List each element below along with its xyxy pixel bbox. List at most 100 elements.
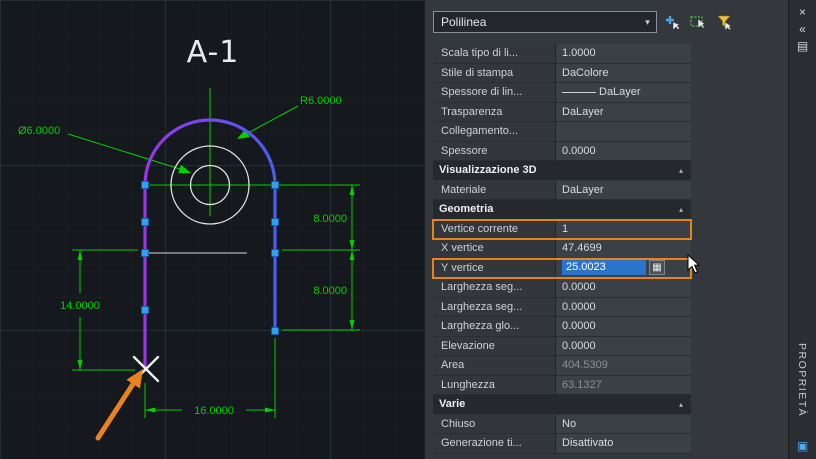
- property-value[interactable]: 0.0000: [555, 278, 691, 298]
- toggle-pickadd-button[interactable]: [661, 11, 683, 33]
- property-value[interactable]: DaLayer: [555, 102, 691, 122]
- property-value[interactable]: 1: [555, 219, 691, 239]
- property-grid: Scala tipo di li... 1.0000 Stile di stampa…: [432, 44, 692, 454]
- property-value-text: 1.0000: [562, 47, 596, 60]
- dimension-bottom-label: 16.0000: [194, 405, 234, 417]
- property-row[interactable]: Vertice corrente 1: [432, 218, 692, 240]
- property-row[interactable]: Larghezza glo... 0.0000: [433, 317, 691, 337]
- property-row[interactable]: Generazione ti... Disattivato: [433, 434, 691, 454]
- property-label: X vertice: [433, 239, 555, 259]
- property-value-text: 0.0000: [562, 300, 596, 313]
- property-value-text: 47.4699: [562, 242, 602, 255]
- property-label: Spessore di lin...: [433, 83, 555, 103]
- palette-anchor-icon[interactable]: ▣: [789, 439, 816, 453]
- property-label: Chiuso: [433, 414, 555, 434]
- property-label: Larghezza seg...: [433, 278, 555, 298]
- chevron-up-icon[interactable]: ▴: [679, 400, 683, 409]
- select-objects-icon: [690, 16, 706, 29]
- quick-select-button[interactable]: [713, 11, 735, 33]
- property-value[interactable]: DaLayer: [555, 180, 691, 200]
- property-value[interactable]: 1.0000: [555, 44, 691, 64]
- property-row[interactable]: Materiale DaLayer: [433, 180, 691, 200]
- property-row[interactable]: Chiuso No: [433, 414, 691, 434]
- property-value[interactable]: 0.0000: [555, 336, 691, 356]
- object-type-value: Polilinea: [441, 15, 487, 29]
- property-label: Materiale: [433, 180, 555, 200]
- property-label: Collegamento...: [433, 122, 555, 142]
- palette-title: PROPRIETÀ: [796, 342, 808, 417]
- chevron-up-icon[interactable]: ▴: [679, 205, 683, 214]
- property-value[interactable]: 47.4699: [555, 239, 691, 259]
- section-title: Visualizzazione 3D: [439, 164, 537, 177]
- autohide-icon[interactable]: «: [789, 21, 816, 38]
- property-row[interactable]: Scala tipo di li... 1.0000: [433, 44, 691, 64]
- property-value[interactable]: Disattivato: [555, 434, 691, 454]
- property-value[interactable]: 404.5309: [555, 356, 691, 376]
- calculator-button[interactable]: ▦: [649, 260, 665, 276]
- section-title: Varie: [439, 398, 466, 411]
- property-row[interactable]: Trasparenza DaLayer: [433, 102, 691, 122]
- property-value-text: 63.1327: [562, 378, 602, 391]
- palette-menu-icon[interactable]: ▤: [789, 38, 816, 55]
- dimension-diameter-label: Ø6.0000: [18, 125, 60, 137]
- property-label: Area: [433, 356, 555, 376]
- property-value[interactable]: DaColore: [555, 63, 691, 83]
- property-value[interactable]: [555, 122, 691, 142]
- property-row[interactable]: X vertice 47.4699: [433, 239, 691, 259]
- property-value[interactable]: 0.0000: [555, 297, 691, 317]
- property-row[interactable]: Larghezza seg... 0.0000: [433, 278, 691, 298]
- property-value-text: DaLayer: [562, 183, 604, 196]
- dimension-right-top-label: 8.0000: [313, 213, 347, 225]
- pickadd-icon: [666, 16, 681, 31]
- property-value[interactable]: 63.1327: [555, 375, 691, 395]
- property-row[interactable]: Elevazione 0.0000: [433, 336, 691, 356]
- property-label: Y vertice: [433, 258, 555, 278]
- property-label: Vertice corrente: [433, 219, 555, 239]
- quick-select-icon: [717, 15, 733, 31]
- property-value-text: DaLayer: [562, 105, 604, 118]
- property-value[interactable]: DaLayer: [555, 83, 691, 103]
- property-row[interactable]: Lunghezza 63.1327: [433, 375, 691, 395]
- close-icon[interactable]: ×: [789, 4, 816, 21]
- property-row[interactable]: Y vertice 25.0023 ▦: [432, 257, 692, 279]
- annotation-arrow: [95, 369, 143, 441]
- property-value-text: Disattivato: [562, 437, 614, 450]
- dimension-left-label: 14.0000: [60, 300, 100, 312]
- property-label: Larghezza glo...: [433, 317, 555, 337]
- drawing-title: A-1: [187, 35, 240, 70]
- property-value[interactable]: 25.0023 ▦: [555, 258, 691, 278]
- property-row[interactable]: Collegamento...: [433, 122, 691, 142]
- select-objects-button[interactable]: [687, 11, 709, 33]
- mouse-cursor-icon: [687, 254, 701, 274]
- property-value-text: 0.0000: [562, 320, 596, 333]
- linetype-sample-icon: [562, 91, 596, 93]
- dimension-radius-label: R6.0000: [300, 95, 342, 107]
- property-label: Larghezza seg...: [433, 297, 555, 317]
- property-value-text: 0.0000: [562, 339, 596, 352]
- value-input-selected[interactable]: 25.0023: [562, 260, 646, 276]
- palette-titlebar: × « ▤ PROPRIETÀ ▣: [788, 0, 816, 459]
- property-value[interactable]: No: [555, 414, 691, 434]
- property-value-text: DaLayer: [599, 86, 641, 99]
- section-header[interactable]: Visualizzazione 3D ▴: [433, 161, 691, 181]
- property-label: Scala tipo di li...: [433, 44, 555, 64]
- chevron-up-icon[interactable]: ▴: [679, 166, 683, 175]
- property-value-text: DaColore: [562, 66, 609, 79]
- section-title: Geometria: [439, 203, 494, 216]
- property-value[interactable]: 0.0000: [555, 141, 691, 161]
- property-label: Spessore: [433, 141, 555, 161]
- chevron-down-icon[interactable]: ▾: [639, 17, 656, 28]
- section-header[interactable]: Geometria ▴: [433, 200, 691, 220]
- section-header[interactable]: Varie ▴: [433, 395, 691, 415]
- property-row[interactable]: Spessore di lin... DaLayer: [433, 83, 691, 103]
- property-row[interactable]: Larghezza seg... 0.0000: [433, 297, 691, 317]
- property-row[interactable]: Spessore 0.0000: [433, 141, 691, 161]
- property-label: Lunghezza: [433, 375, 555, 395]
- property-value[interactable]: 0.0000: [555, 317, 691, 337]
- property-label: Elevazione: [433, 336, 555, 356]
- object-type-dropdown[interactable]: Polilinea ▾: [433, 11, 657, 33]
- property-label: Generazione ti...: [433, 434, 555, 454]
- property-row[interactable]: Stile di stampa DaColore: [433, 63, 691, 83]
- properties-palette: Polilinea ▾ Scala tipo di li... 1.0000 S…: [425, 0, 788, 459]
- property-row[interactable]: Area 404.5309: [433, 356, 691, 376]
